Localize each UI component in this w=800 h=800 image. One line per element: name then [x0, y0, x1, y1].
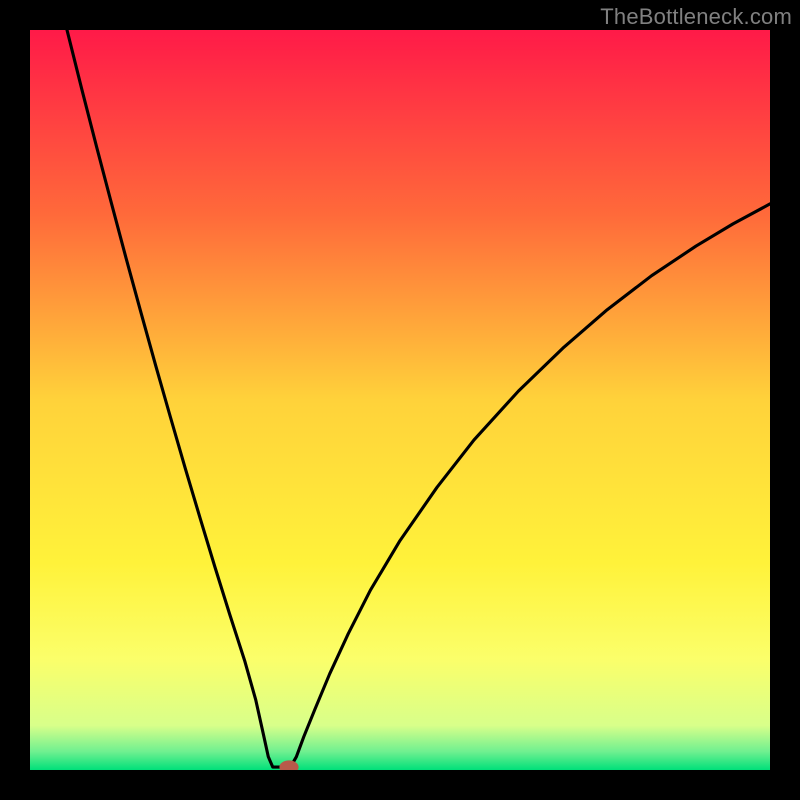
watermark-text: TheBottleneck.com	[600, 4, 792, 30]
chart-plot	[30, 30, 770, 770]
chart-frame: TheBottleneck.com	[0, 0, 800, 800]
chart-background	[30, 30, 770, 770]
